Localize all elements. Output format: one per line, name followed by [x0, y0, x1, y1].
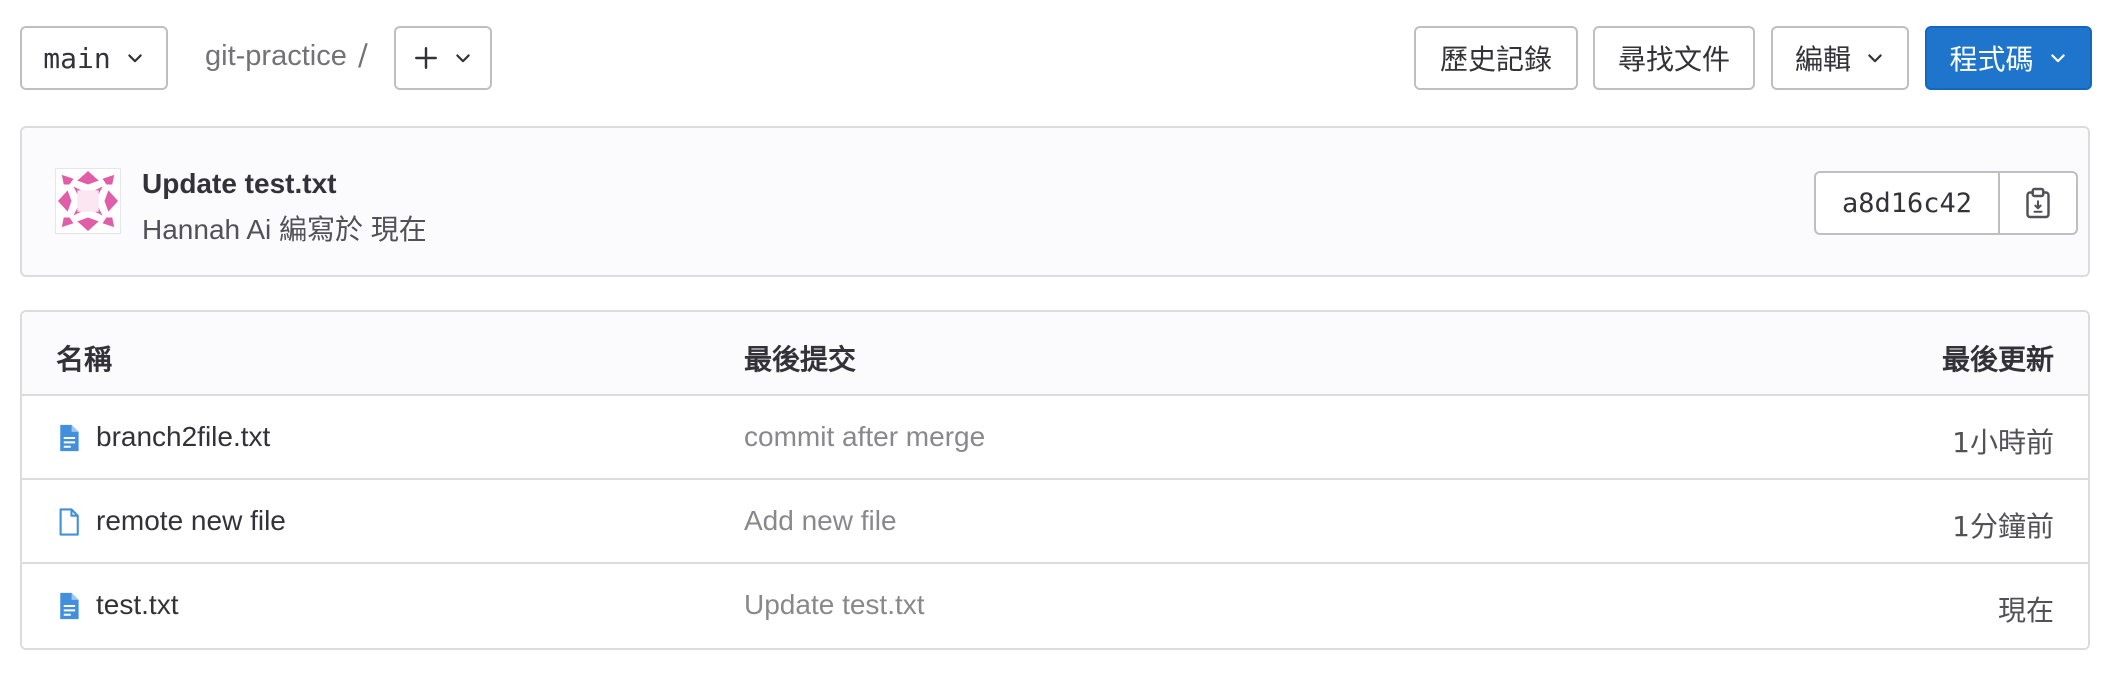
file-last-update: 1分鐘前: [1952, 510, 2054, 543]
chevron-down-icon: [456, 54, 470, 63]
header-last-update: 最後更新: [1941, 343, 2054, 376]
code-label: 程式碼: [1949, 43, 2034, 76]
file-name[interactable]: remote new file: [96, 505, 286, 537]
file-text-icon: [60, 424, 79, 452]
header-name: 名稱: [56, 343, 113, 376]
file-name[interactable]: branch2file.txt: [96, 421, 270, 453]
file-text-icon: [60, 592, 79, 620]
breadcrumb-separator: /: [358, 38, 368, 72]
find-file-button[interactable]: 尋找文件: [1593, 26, 1755, 90]
table-row[interactable]: branch2file.txt commit after merge 1小時前: [22, 396, 2088, 480]
branch-selector[interactable]: main: [20, 26, 168, 90]
branch-name: main: [43, 41, 111, 75]
repository-toolbar: main git-practice / 歷史記錄 尋找文件 編輯 程式碼: [0, 0, 2114, 120]
last-commit-card: Update test.txt Hannah Ai 編寫於 現在 a8d16c4…: [20, 126, 2090, 277]
chevron-down-icon: [2050, 54, 2065, 63]
commit-sha-group: a8d16c42: [1814, 171, 2078, 235]
file-last-update: 現在: [1997, 594, 2054, 627]
edit-label: 編輯: [1794, 43, 1851, 76]
file-last-commit[interactable]: commit after merge: [744, 421, 985, 453]
history-button[interactable]: 歷史記錄: [1414, 26, 1578, 90]
repository-page: main git-practice / 歷史記錄 尋找文件 編輯 程式碼 Upd…: [0, 0, 2114, 684]
table-row[interactable]: remote new file Add new file 1分鐘前: [22, 480, 2088, 564]
table-row[interactable]: test.txt Update test.txt 現在: [22, 564, 2088, 648]
table-header: 名稱 最後提交 最後更新: [22, 312, 2088, 396]
commit-author-meta: Hannah Ai 編寫於 現在: [142, 214, 427, 245]
add-to-tree-dropdown[interactable]: [394, 26, 492, 90]
history-label: 歷史記錄: [1439, 43, 1552, 76]
file-name[interactable]: test.txt: [96, 589, 178, 621]
edit-dropdown[interactable]: 編輯: [1771, 26, 1909, 90]
plus-icon: [415, 47, 437, 69]
find-file-label: 尋找文件: [1617, 43, 1730, 76]
file-last-commit[interactable]: Update test.txt: [744, 589, 925, 621]
header-last-commit: 最後提交: [744, 343, 857, 376]
copy-sha-button[interactable]: [2000, 173, 2076, 233]
file-last-update: 1小時前: [1952, 426, 2054, 459]
file-tree-table: 名稱 最後提交 最後更新 branch2file.txt commit afte…: [20, 310, 2090, 650]
commit-title[interactable]: Update test.txt: [142, 168, 336, 200]
code-dropdown[interactable]: 程式碼: [1925, 26, 2092, 90]
file-icon: [59, 508, 79, 536]
commit-sha[interactable]: a8d16c42: [1816, 173, 2000, 233]
file-last-commit[interactable]: Add new file: [744, 505, 897, 537]
chevron-down-icon: [127, 54, 142, 63]
breadcrumb-project[interactable]: git-practice: [205, 40, 347, 73]
avatar[interactable]: [55, 168, 121, 234]
chevron-down-icon: [1868, 54, 1882, 63]
clipboard-icon: [2026, 187, 2050, 219]
